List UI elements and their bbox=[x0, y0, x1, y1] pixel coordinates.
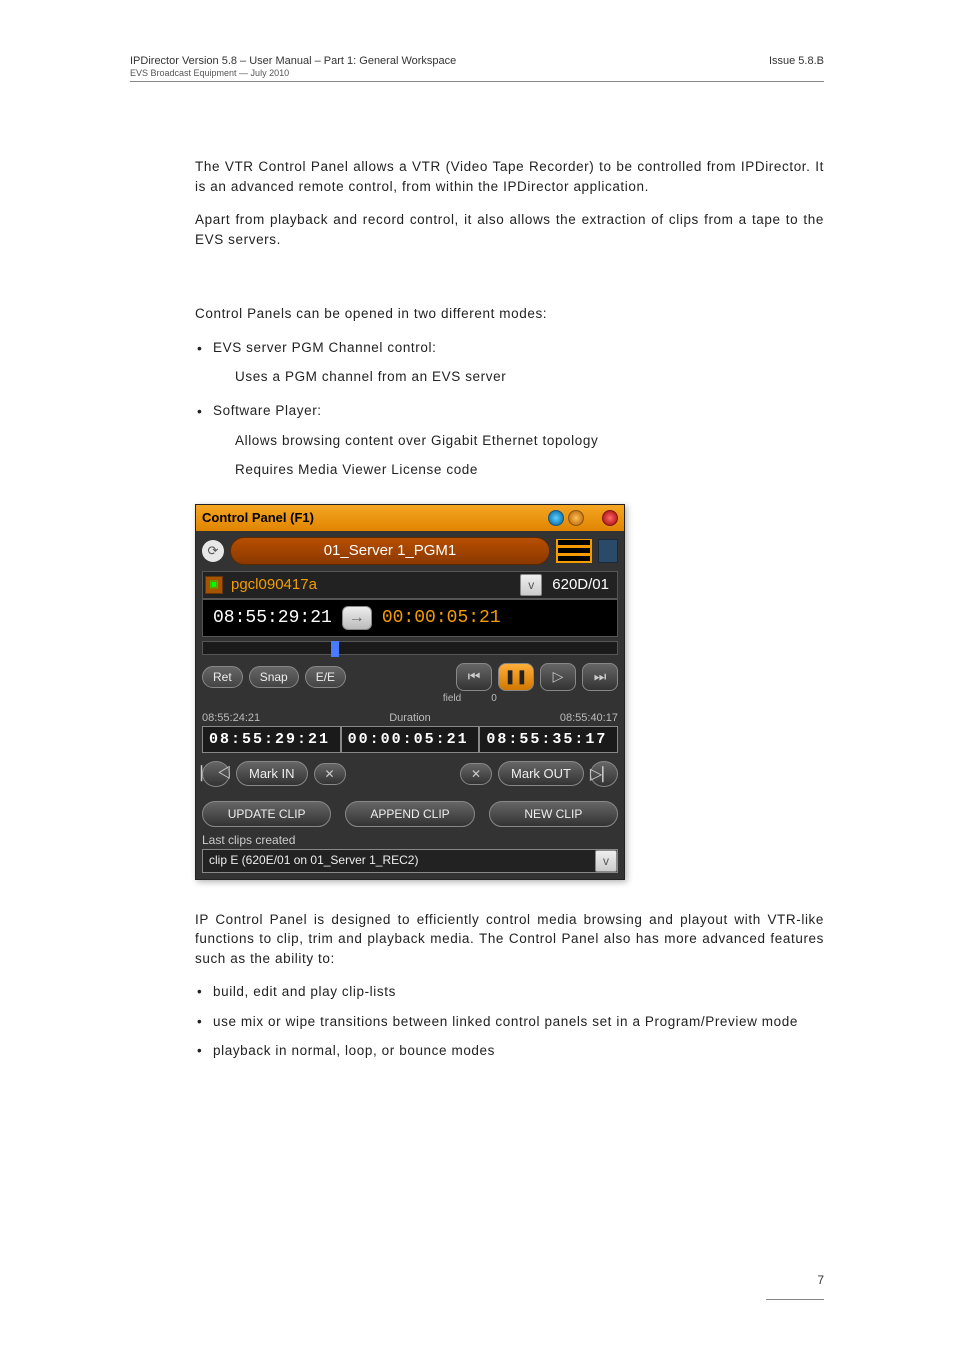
page-header: IPDirector Version 5.8 – User Manual – P… bbox=[130, 55, 824, 78]
tc-duration: 00:00:05:21 bbox=[382, 608, 501, 628]
timecode-row: 08:55:29:21 → 00:00:05:21 bbox=[202, 599, 618, 637]
mode-sp-desc2: Requires Media Viewer License code bbox=[235, 460, 824, 480]
page-footer: 7 bbox=[766, 1273, 824, 1305]
new-clip-button[interactable]: NEW CLIP bbox=[489, 801, 618, 827]
ee-button[interactable]: E/E bbox=[305, 666, 346, 688]
last-clips-row: clip E (620E/01 on 01_Server 1_REC2) v bbox=[202, 849, 618, 873]
mark-row: ⎸◁ Mark IN ✕ ✕ Mark OUT ▷⎸ bbox=[202, 761, 618, 787]
tc-small-out: 08:55:40:17 bbox=[560, 712, 618, 724]
mode-software-player: Software Player: bbox=[195, 401, 824, 421]
clip-name: pgcl090417a bbox=[227, 576, 516, 593]
transport-labels: field 0 bbox=[392, 693, 618, 704]
clear-in-button[interactable]: ✕ bbox=[314, 763, 346, 785]
mark-in-button[interactable]: Mark IN bbox=[236, 761, 308, 786]
minimize-icon[interactable] bbox=[548, 510, 564, 526]
play-button[interactable]: ▷ bbox=[540, 663, 576, 691]
control-panel-screenshot: Control Panel (F1) ⟳ 01_Server 1_PGM1 ▣ … bbox=[195, 504, 625, 880]
server-select-icon[interactable]: ⟳ bbox=[202, 540, 224, 562]
transport-controls: Ret Snap E/E ⏮ ❚❚ ▷ ⏭ bbox=[202, 663, 618, 691]
flag-icon bbox=[556, 539, 592, 563]
goto-in-button[interactable]: ⎸◁ bbox=[202, 761, 230, 787]
intro-paragraph-2: Apart from playback and record control, … bbox=[195, 210, 824, 249]
clip-operations: UPDATE CLIP APPEND CLIP NEW CLIP bbox=[202, 801, 618, 827]
header-divider bbox=[130, 81, 824, 82]
zero-label: 0 bbox=[476, 693, 512, 704]
footer-rule bbox=[766, 1299, 824, 1300]
tc-out-field[interactable]: 08:55:35:17 bbox=[479, 726, 618, 753]
clip-id: 620D/01 bbox=[546, 576, 615, 593]
tc-in-field[interactable]: 08:55:29:21 bbox=[202, 726, 341, 753]
feature-cliplists: build, edit and play clip-lists bbox=[195, 982, 824, 1002]
snap-button[interactable]: Snap bbox=[249, 666, 299, 688]
loaded-clip-row: ▣ pgcl090417a v 620D/01 bbox=[202, 571, 618, 599]
last-clips-label: Last clips created bbox=[202, 833, 618, 847]
append-clip-button[interactable]: APPEND CLIP bbox=[345, 801, 474, 827]
clip-icon: ▣ bbox=[205, 576, 223, 594]
page-number: 7 bbox=[766, 1273, 824, 1287]
channel-indicator bbox=[598, 539, 618, 563]
cp-titlebar[interactable]: Control Panel (F1) bbox=[196, 505, 624, 531]
field-label: field bbox=[434, 693, 470, 704]
feature-playback-modes: playback in normal, loop, or bounce mode… bbox=[195, 1041, 824, 1061]
mark-out-button[interactable]: Mark OUT bbox=[498, 761, 584, 786]
last-clip-value: clip E (620E/01 on 01_Server 1_REC2) bbox=[203, 850, 595, 872]
intro-paragraph-1: The VTR Control Panel allows a VTR (Vide… bbox=[195, 157, 824, 196]
fast-rewind-button[interactable]: ⏮ bbox=[456, 663, 492, 691]
mode-evs-desc: Uses a PGM channel from an EVS server bbox=[235, 367, 824, 387]
cp-title: Control Panel (F1) bbox=[202, 510, 314, 525]
pause-button[interactable]: ❚❚ bbox=[498, 663, 534, 691]
issue-label: Issue 5.8.B bbox=[769, 55, 824, 78]
last-clips-dropdown[interactable]: v bbox=[595, 850, 617, 872]
mode-evs: EVS server PGM Channel control: bbox=[195, 338, 824, 358]
fast-forward-button[interactable]: ⏭ bbox=[582, 663, 618, 691]
goto-out-button[interactable]: ▷⎸ bbox=[590, 761, 618, 787]
server-channel-pill[interactable]: 01_Server 1_PGM1 bbox=[230, 537, 550, 565]
after-paragraph: IP Control Panel is designed to efficien… bbox=[195, 910, 824, 969]
feature-transitions: use mix or wipe transitions between link… bbox=[195, 1012, 824, 1032]
help-icon[interactable] bbox=[568, 510, 584, 526]
ret-button[interactable]: Ret bbox=[202, 666, 243, 688]
tc-edit-boxes: 08:55:29:21 00:00:05:21 08:55:35:17 bbox=[202, 726, 618, 753]
update-clip-button[interactable]: UPDATE CLIP bbox=[202, 801, 331, 827]
jog-shuttle[interactable] bbox=[202, 641, 618, 655]
tc-small-in: 08:55:24:21 bbox=[202, 712, 260, 724]
clear-out-button[interactable]: ✕ bbox=[460, 763, 492, 785]
tc-small-labels: 08:55:24:21 Duration 08:55:40:17 bbox=[202, 712, 618, 724]
tc-arrow-button[interactable]: → bbox=[342, 606, 372, 630]
tc-dur-field[interactable]: 00:00:05:21 bbox=[341, 726, 480, 753]
modes-lead: Control Panels can be opened in two diff… bbox=[195, 304, 824, 324]
tc-current: 08:55:29:21 bbox=[213, 608, 332, 628]
close-icon[interactable] bbox=[602, 510, 618, 526]
tc-small-duration-label: Duration bbox=[389, 712, 431, 724]
header-title: IPDirector Version 5.8 – User Manual – P… bbox=[130, 55, 456, 67]
mode-sp-desc1: Allows browsing content over Gigabit Eth… bbox=[235, 431, 824, 451]
header-subtitle: EVS Broadcast Equipment — July 2010 bbox=[130, 68, 456, 78]
clip-dropdown[interactable]: v bbox=[520, 574, 542, 596]
